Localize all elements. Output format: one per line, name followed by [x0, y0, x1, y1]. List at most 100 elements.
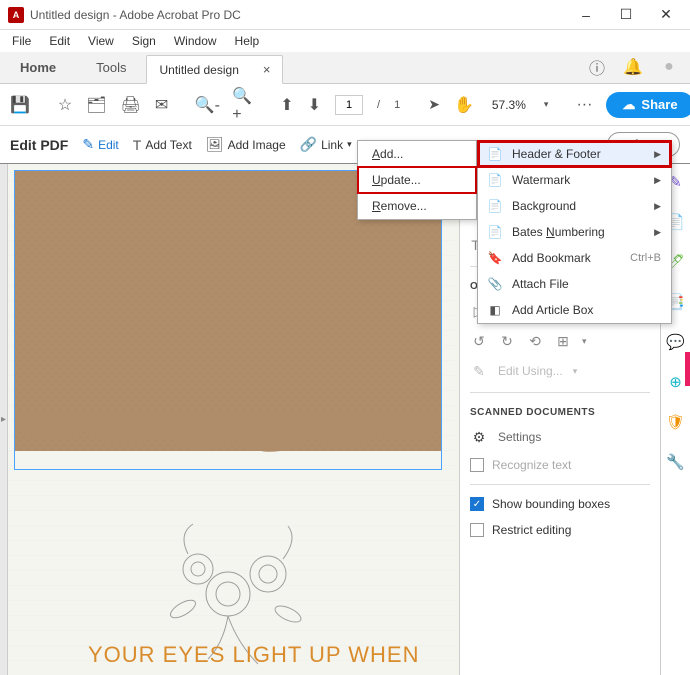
files-icon[interactable]: 🗂	[86, 94, 106, 116]
pencil-icon: ✎	[470, 362, 488, 380]
bookmark-icon: 🔖	[488, 251, 502, 265]
showboxes-label: Show bounding boxes	[492, 497, 610, 511]
addtext-label: Add Text	[145, 138, 191, 152]
settings-label: Settings	[498, 430, 541, 444]
bell-icon[interactable]: 🔔	[622, 56, 644, 78]
more-options-menu: 📄 Header & Footer ▶ 📄 Watermark ▶ 📄 Back…	[477, 140, 672, 324]
tab-tools[interactable]: Tools	[76, 52, 146, 83]
scanned-heading: SCANNED DOCUMENTS	[470, 407, 650, 418]
window-controls: – ☐ ✕	[566, 1, 686, 29]
left-nav-rail[interactable]: ▸	[0, 164, 8, 675]
link-label: Link	[321, 138, 343, 152]
settings-row[interactable]: ⚙ Settings	[470, 428, 650, 446]
checkbox-icon	[470, 523, 484, 537]
active-tool-indicator	[685, 352, 690, 386]
zoom-level[interactable]: 57.3%	[488, 98, 530, 112]
document-canvas[interactable]: YOUR EYES LIGHT UP WHEN	[8, 164, 460, 675]
dd-background-label: Background	[512, 199, 644, 213]
maximize-button[interactable]: ☐	[606, 1, 646, 29]
edit-action-addimage[interactable]: 🖼 Add Image	[206, 136, 286, 153]
recognize-check[interactable]: Recognize text	[470, 458, 650, 472]
menu-edit[interactable]: Edit	[41, 32, 78, 50]
editusing-label: Edit Using...	[498, 364, 563, 378]
tab-home[interactable]: Home	[0, 52, 76, 83]
hand-icon[interactable]: ✋	[454, 94, 474, 116]
save-icon[interactable]: 💾	[10, 94, 30, 116]
protect-icon[interactable]: 🛡	[666, 412, 686, 432]
edit-action-edit[interactable]: ✎ Edit	[82, 136, 118, 153]
dd-bates[interactable]: 📄 Bates Numbering ▶	[478, 219, 671, 245]
dd-header-footer-label: Header & Footer	[512, 147, 644, 161]
rotate-ccw-icon[interactable]: ↺	[470, 332, 488, 350]
pointer-icon[interactable]: ➤	[428, 94, 440, 116]
tab-document[interactable]: Untitled design ×	[146, 55, 283, 84]
replace-icon[interactable]: ⟲	[526, 332, 544, 350]
gear-icon: ⚙	[470, 428, 488, 446]
chevron-right-icon: ▶	[654, 227, 661, 238]
page-separator: /	[377, 99, 380, 111]
menu-window[interactable]: Window	[166, 32, 225, 50]
star-icon[interactable]: ☆	[58, 94, 72, 116]
dd-header-footer[interactable]: 📄 Header & Footer ▶	[478, 141, 671, 167]
divider	[470, 392, 650, 393]
tabbar: Home Tools Untitled design × ⓘ 🔔 ●	[0, 52, 690, 84]
article-icon: ◧	[488, 303, 502, 317]
menu-sign[interactable]: Sign	[124, 32, 164, 50]
watermark-icon: 📄	[488, 173, 502, 187]
dd-attach-label: Attach File	[512, 277, 661, 291]
dd-watermark-label: Watermark	[512, 173, 644, 187]
tabbar-right: ⓘ 🔔 ●	[586, 56, 680, 78]
dd-bookmark[interactable]: 🔖 Add Bookmark Ctrl+B	[478, 245, 671, 271]
menu-file[interactable]: File	[4, 32, 39, 50]
print-icon[interactable]: 🖨	[121, 94, 141, 116]
checkbox-icon	[470, 458, 484, 472]
more-tools-icon[interactable]: ···	[576, 94, 592, 116]
restrict-label: Restrict editing	[492, 523, 571, 537]
dd-bookmark-label: Add Bookmark	[512, 251, 620, 265]
checkbox-checked-icon: ✓	[470, 497, 484, 511]
page-up-icon[interactable]: ⬆	[280, 94, 293, 116]
zoom-out-icon[interactable]: 🔍-	[196, 94, 218, 116]
dd-remove[interactable]: Remove...	[358, 193, 476, 219]
minimize-button[interactable]: –	[566, 1, 606, 29]
dd-update[interactable]: Update...	[358, 167, 476, 193]
titlebar: A Untitled design - Adobe Acrobat Pro DC…	[0, 0, 690, 30]
more-rail-icon[interactable]: 🔧	[666, 452, 686, 472]
dd-bookmark-shortcut: Ctrl+B	[630, 252, 661, 264]
edit-action-addtext[interactable]: T Add Text	[133, 137, 192, 153]
account-icon[interactable]: ●	[658, 56, 680, 78]
tab-document-label: Untitled design	[159, 63, 238, 77]
tab-close-icon[interactable]: ×	[263, 62, 271, 77]
combine-icon[interactable]: ⊕	[666, 372, 686, 392]
dd-background[interactable]: 📄 Background ▶	[478, 193, 671, 219]
menu-help[interactable]: Help	[227, 32, 268, 50]
numbering-icon: 📄	[488, 225, 502, 239]
page-number-input[interactable]	[335, 95, 363, 115]
dd-watermark[interactable]: 📄 Watermark ▶	[478, 167, 671, 193]
restrict-check[interactable]: Restrict editing	[470, 523, 650, 537]
image-icon: 🖼	[206, 136, 224, 153]
edit-action-link[interactable]: 🔗 Link ▾	[300, 136, 352, 153]
showboxes-check[interactable]: ✓ Show bounding boxes	[470, 497, 650, 511]
dd-attach[interactable]: 📎 Attach File	[478, 271, 671, 297]
editusing-row[interactable]: ✎ Edit Using... ▾	[470, 362, 650, 380]
dd-article[interactable]: ◧ Add Article Box	[478, 297, 671, 323]
objects-row2: ↺ ↻ ⟲ ⊞▾	[470, 332, 650, 350]
close-window-button[interactable]: ✕	[646, 1, 686, 29]
align-obj-icon[interactable]: ⊞	[554, 332, 572, 350]
addimage-label: Add Image	[228, 138, 286, 152]
dd-add[interactable]: Add...	[358, 141, 476, 167]
help-icon[interactable]: ⓘ	[586, 56, 608, 78]
share-label: Share	[641, 97, 677, 112]
rotate-cw-icon[interactable]: ↻	[498, 332, 516, 350]
background-icon: 📄	[488, 199, 502, 213]
page-down-icon[interactable]: ⬇	[308, 94, 321, 116]
email-icon[interactable]: ✉	[155, 94, 168, 116]
comment-icon[interactable]: 💬	[666, 332, 686, 352]
menu-view[interactable]: View	[80, 32, 122, 50]
share-button[interactable]: ☁ Share	[606, 92, 690, 118]
zoom-in-icon[interactable]: 🔍+	[232, 94, 252, 116]
zoom-dropdown-icon[interactable]: ▾	[544, 99, 549, 110]
dd-bates-label: Bates Numbering	[512, 225, 644, 239]
dd-article-label: Add Article Box	[512, 303, 661, 317]
